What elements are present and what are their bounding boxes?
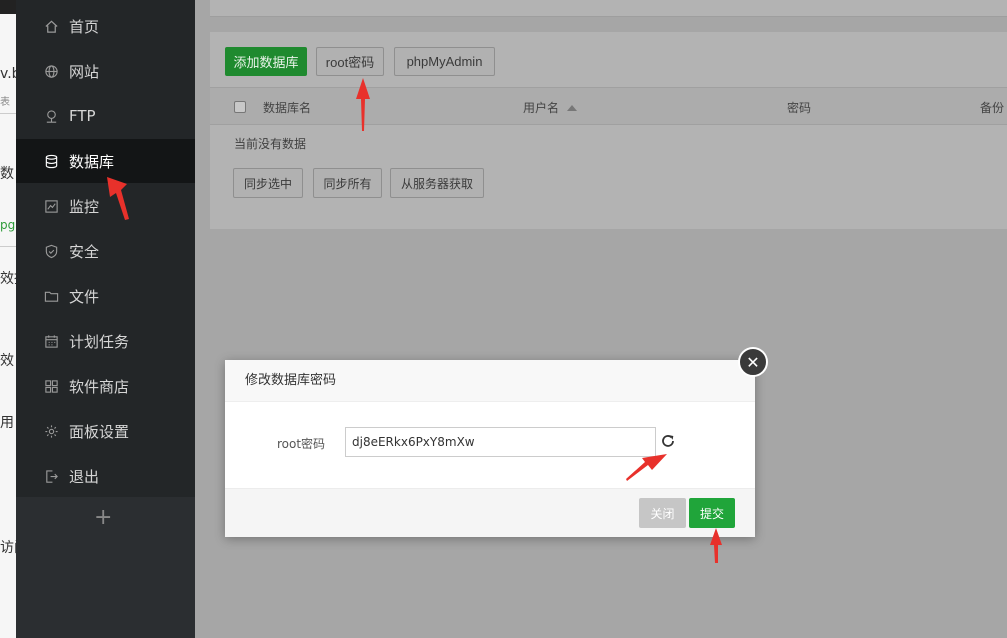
sidebar: 首页 网站 FTP 数据库 监控 安全 文件 计划任务 软件商店 面板设置 退出… — [16, 0, 195, 638]
dialog-title: 修改数据库密码 — [225, 360, 755, 402]
gear-icon — [43, 423, 59, 439]
sidebar-item-label: 面板设置 — [69, 422, 130, 441]
change-password-dialog: 修改数据库密码 root密码 关闭 提交 — [225, 360, 755, 537]
column-header-name[interactable]: 数据库名 — [263, 99, 311, 116]
add-shortcut-button[interactable]: + — [94, 505, 112, 530]
globe-icon — [43, 63, 59, 79]
top-panel — [210, 0, 1007, 17]
close-button[interactable]: 关闭 — [639, 498, 686, 528]
phpmyadmin-button[interactable]: phpMyAdmin — [394, 47, 495, 76]
sort-asc-icon — [567, 105, 578, 111]
sidebar-item-home[interactable]: 首页 — [16, 4, 195, 48]
table-header: 数据库名 用户名 密码 备份 — [210, 87, 1007, 125]
sync-all-button[interactable]: 同步所有 — [313, 168, 382, 198]
sidebar-item-label: 退出 — [69, 467, 100, 486]
logout-icon — [43, 468, 59, 484]
dialog-footer: 关闭 提交 — [225, 488, 755, 537]
background-fragment: 表 — [0, 97, 10, 108]
background-fragment: 数 — [0, 166, 14, 182]
sidebar-item-label: 安全 — [69, 242, 100, 261]
database-icon — [43, 153, 59, 169]
sidebar-item-label: FTP — [69, 107, 96, 125]
main-content: 添加数据库 root密码 phpMyAdmin 数据库名 用户名 密码 备份 当… — [195, 0, 1007, 638]
refresh-password-icon[interactable] — [660, 433, 676, 449]
sidebar-item-label: 首页 — [69, 17, 100, 36]
column-header-password: 密码 — [787, 101, 812, 115]
root-password-input[interactable] — [345, 427, 656, 457]
sidebar-item-label: 计划任务 — [69, 332, 130, 351]
close-dialog-icon[interactable]: ✕ — [738, 347, 768, 377]
column-header-backup: 备份 — [980, 101, 1005, 115]
calendar-icon — [43, 333, 59, 349]
divider — [0, 246, 16, 247]
background-fragment: 访问 — [0, 540, 16, 556]
folder-icon — [43, 288, 59, 304]
background-window-titlebar — [0, 0, 16, 14]
background-fragment: 用 — [0, 415, 14, 431]
ftp-icon — [43, 108, 59, 124]
sidebar-item-label: 软件商店 — [69, 377, 130, 396]
column-header-label: 用户名 — [523, 101, 560, 115]
background-fragment: 效 — [0, 353, 14, 369]
root-password-label: root密码 — [277, 437, 326, 451]
sidebar-item-websites[interactable]: 网站 — [16, 49, 195, 93]
fetch-from-server-button[interactable]: 从服务器获取 — [390, 168, 484, 198]
home-icon — [43, 18, 59, 34]
submit-button[interactable]: 提交 — [689, 498, 735, 528]
sidebar-item-store[interactable]: 软件商店 — [16, 364, 195, 408]
root-password-button[interactable]: root密码 — [316, 47, 384, 76]
sidebar-item-security[interactable]: 安全 — [16, 229, 195, 273]
sidebar-item-monitor[interactable]: 监控 — [16, 184, 195, 228]
shield-icon — [43, 243, 59, 259]
monitor-icon — [43, 198, 59, 214]
background-window: v.b 表 数 pg 效摄 效 用 访问 — [0, 0, 16, 638]
sidebar-item-database[interactable]: 数据库 — [16, 139, 195, 183]
select-all-checkbox[interactable] — [234, 101, 246, 113]
sidebar-item-files[interactable]: 文件 — [16, 274, 195, 318]
sidebar-item-label: 数据库 — [69, 152, 115, 171]
column-header-username[interactable]: 用户名 — [523, 99, 578, 116]
sidebar-item-cron[interactable]: 计划任务 — [16, 319, 195, 363]
add-database-button[interactable]: 添加数据库 — [225, 47, 307, 76]
sidebar-item-ftp[interactable]: FTP — [16, 94, 195, 138]
sidebar-item-label: 文件 — [69, 287, 100, 306]
grid-icon — [43, 378, 59, 394]
sidebar-item-label: 监控 — [69, 197, 100, 216]
sidebar-item-logout[interactable]: 退出 — [16, 454, 195, 498]
empty-table-message: 当前没有数据 — [234, 137, 307, 151]
background-fragment: pg — [0, 218, 16, 232]
sidebar-item-settings[interactable]: 面板设置 — [16, 409, 195, 453]
divider — [0, 113, 16, 114]
background-fragment: v.b — [0, 66, 16, 82]
sidebar-item-label: 网站 — [69, 62, 100, 81]
sync-selected-button[interactable]: 同步选中 — [233, 168, 303, 198]
background-fragment: 效摄 — [0, 271, 16, 287]
